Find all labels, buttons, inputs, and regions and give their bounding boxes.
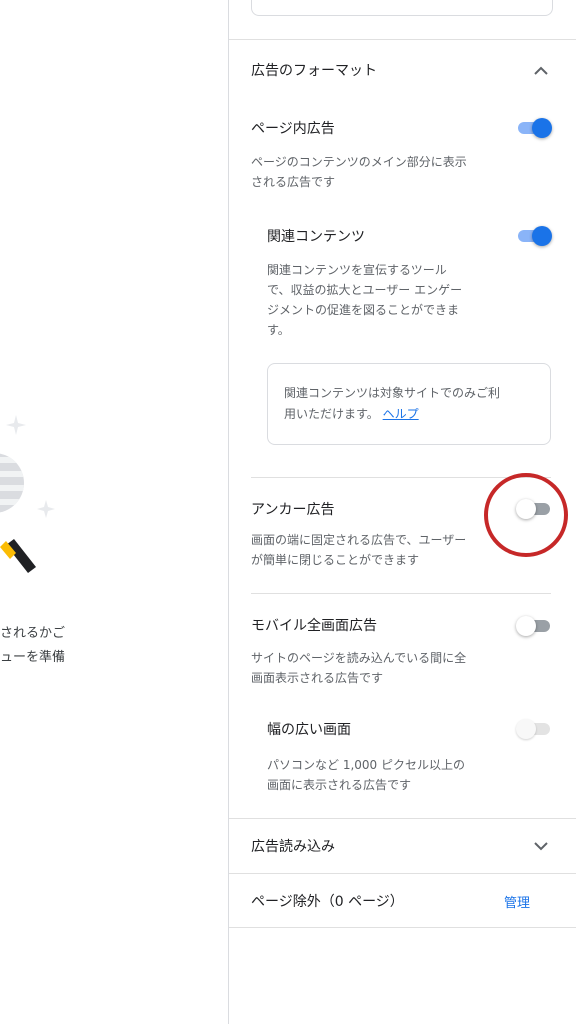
in-page-ads-title: ページ内広告 — [251, 121, 335, 137]
related-content-toggle[interactable] — [516, 225, 552, 247]
option-divider — [251, 593, 551, 594]
wide-screen-toggle[interactable] — [516, 718, 552, 740]
manage-button[interactable]: 管理 — [504, 892, 530, 911]
section-divider — [229, 39, 576, 40]
ad-formats-title: 広告のフォーマット — [251, 63, 377, 79]
ad-loading-title: 広告読み込み — [251, 839, 335, 855]
wide-screen-description: パソコンなど 1,000 ピクセル以上の 画面に表示される広告です — [267, 758, 465, 792]
anchor-ads-description: 画面の端に固定される広告で、ユーザー が簡単に閉じることができます — [251, 533, 467, 567]
option-divider — [251, 477, 551, 478]
in-page-ads-description: ページのコンテンツのメイン部分に表示 される広告です — [251, 155, 467, 189]
section-divider — [229, 873, 576, 874]
page-exclusions-title: ページ除外（0 ページ） — [251, 894, 404, 910]
anchor-ads-toggle[interactable] — [516, 498, 552, 520]
related-content-note: 関連コンテンツは対象サイトでのみご利 用いただけます。 ヘルプ — [267, 363, 551, 445]
section-divider — [229, 927, 576, 928]
in-page-ads-toggle[interactable] — [516, 117, 552, 139]
related-content-description: 関連コンテンツを宣伝するツール で、収益の拡大とユーザー エンゲー ジメントの促… — [267, 263, 463, 337]
anchor-ads-title: アンカー広告 — [251, 502, 335, 518]
mobile-fullscreen-toggle[interactable] — [516, 615, 552, 637]
wide-screen-title: 幅の広い画面 — [267, 722, 351, 738]
related-content-title: 関連コンテンツ — [267, 229, 365, 245]
chevron-down-icon[interactable] — [529, 834, 553, 858]
section-divider — [229, 818, 576, 819]
top-input-box[interactable] — [251, 0, 553, 16]
mobile-fullscreen-description: サイトのページを読み込んでいる間に全 画面表示される広告です — [251, 651, 467, 685]
settings-panel: 広告のフォーマット ページ内広告 ページのコンテンツのメイン部分に表示 される広… — [229, 0, 576, 1024]
site-preview-pane: されるかご ューを準備 — [0, 0, 228, 1024]
chevron-up-icon[interactable] — [529, 59, 553, 83]
preview-text: されるかご ューを準備 — [0, 626, 66, 665]
magnifier-illustration — [0, 415, 55, 573]
help-link[interactable]: ヘルプ — [383, 407, 419, 421]
mobile-fullscreen-title: モバイル全画面広告 — [251, 618, 377, 634]
